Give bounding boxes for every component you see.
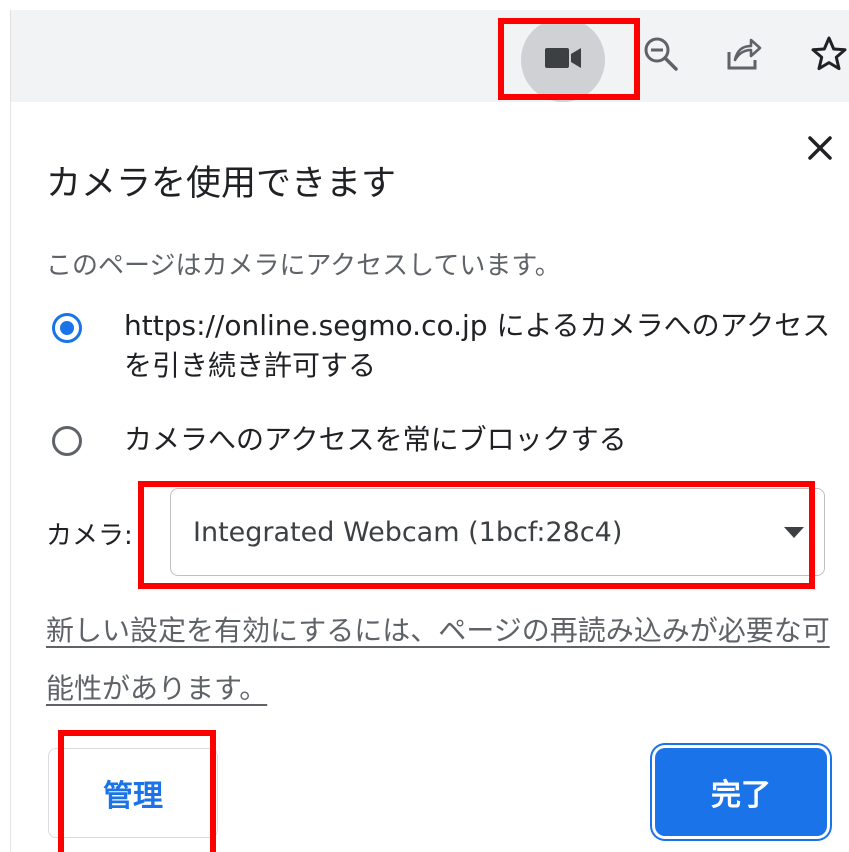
highlight-box-camera-indicator [498, 18, 640, 100]
block-radio[interactable] [52, 426, 82, 456]
allow-option-line2: を引き続き許可する [124, 349, 377, 382]
highlight-box-manage-button [58, 730, 216, 852]
allow-radio[interactable] [52, 313, 82, 343]
browser-toolbar [10, 10, 849, 104]
bookmark-star-icon [810, 35, 848, 77]
camera-select-label: カメラ: [46, 521, 133, 551]
share-icon [723, 34, 763, 78]
share-button[interactable] [711, 24, 775, 88]
browser-window: カメラを使用できます このページはカメラにアクセスしています。 https://… [0, 0, 849, 852]
close-button[interactable] [800, 130, 840, 170]
reload-note-link[interactable]: 新しい設定を有効にするには、ページの再読み込みが必要な可能性があります。 [46, 602, 836, 718]
allow-option-line1: https://online.segmo.co.jp によるカメラへのアクセス [124, 309, 831, 342]
done-button[interactable]: 完了 [655, 748, 827, 836]
popup-title: カメラを使用できます [46, 164, 397, 204]
close-icon [807, 135, 833, 165]
highlight-box-camera-select [138, 481, 815, 589]
block-option-label[interactable]: カメラへのアクセスを常にブロックする [124, 420, 627, 460]
bookmark-button[interactable] [797, 24, 849, 88]
zoom-out-icon [641, 34, 681, 78]
allow-option-label[interactable]: https://online.segmo.co.jp によるカメラへのアクセス … [124, 306, 834, 386]
popup-description: このページはカメラにアクセスしています。 [46, 251, 561, 281]
